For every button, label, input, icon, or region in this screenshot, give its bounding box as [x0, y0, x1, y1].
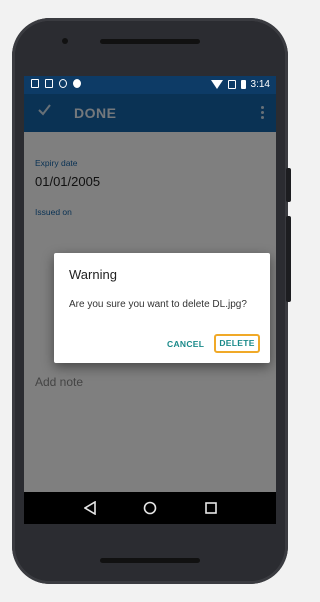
dialog-title: Warning	[69, 267, 117, 282]
wifi-icon	[210, 80, 223, 89]
power-button	[286, 168, 291, 202]
earpiece-speaker	[100, 39, 200, 44]
sim-icon	[45, 79, 53, 88]
delete-button[interactable]: DELETE	[214, 334, 260, 353]
front-camera	[62, 38, 68, 44]
image-icon	[31, 79, 39, 88]
volume-button	[286, 216, 291, 302]
screen: 3:14 DONE Expiry date 01/01/2005 Issued …	[24, 76, 276, 524]
bottom-speaker	[100, 558, 200, 563]
phone-frame: 3:14 DONE Expiry date 01/01/2005 Issued …	[12, 18, 291, 584]
navigation-bar	[24, 492, 276, 524]
signal-icon	[227, 80, 236, 89]
battery-icon	[240, 80, 246, 89]
android-icon	[73, 79, 81, 88]
back-nav-icon[interactable]	[84, 501, 96, 515]
recents-nav-icon[interactable]	[205, 501, 217, 515]
status-time: 3:14	[250, 79, 270, 90]
status-bar: 3:14	[24, 76, 276, 94]
cancel-button[interactable]: CANCEL	[167, 339, 204, 349]
dialog-message: Are you sure you want to delete DL.jpg?	[69, 299, 247, 310]
home-nav-icon[interactable]	[143, 501, 157, 515]
warning-dialog: Warning Are you sure you want to delete …	[54, 253, 270, 363]
location-icon	[59, 79, 67, 88]
